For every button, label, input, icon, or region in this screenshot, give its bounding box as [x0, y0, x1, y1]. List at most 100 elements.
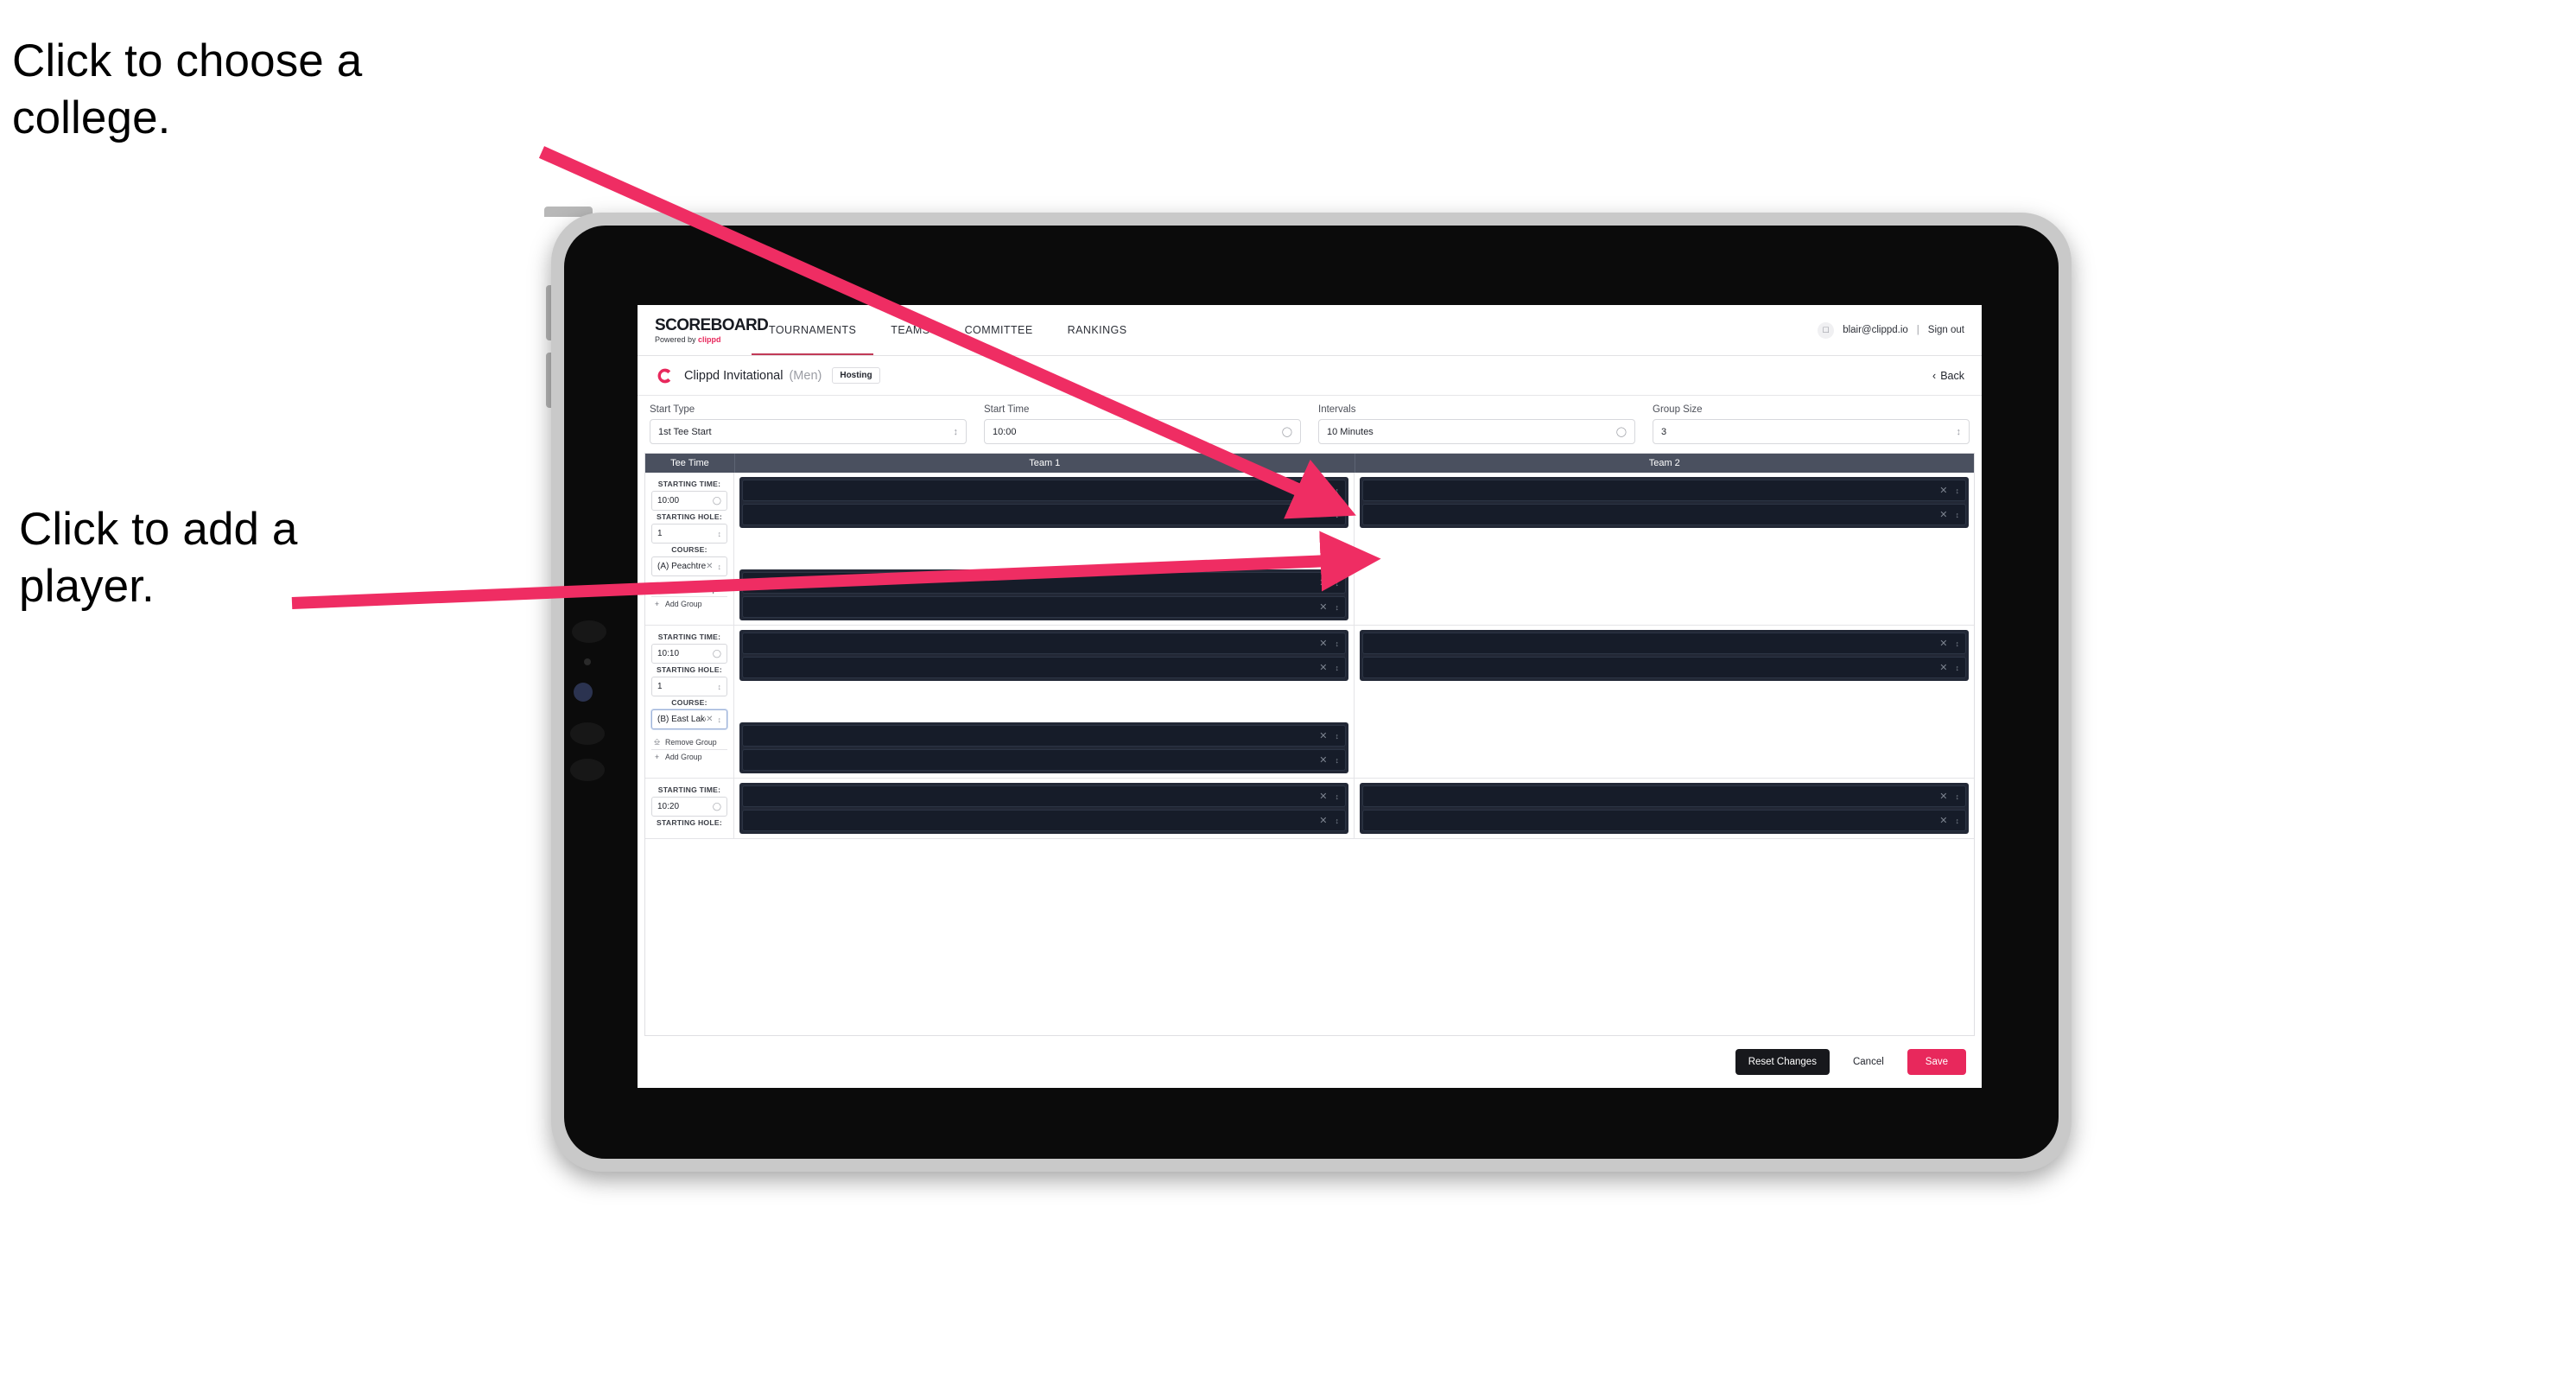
intervals-input[interactable]: 10 Minutes ◯ [1318, 419, 1635, 444]
brand-powered-name: clippd [698, 334, 721, 344]
close-x-icon[interactable]: ✕ [1939, 815, 1947, 826]
brand-logo[interactable]: SCOREBOARD Powered by clippd [638, 305, 769, 355]
starting-time-label: STARTING TIME: [657, 480, 721, 488]
clock-icon[interactable]: ◯ [713, 649, 721, 658]
sign-out-link[interactable]: Sign out [1928, 325, 1964, 335]
up-down-chevron-icon[interactable]: ↕ [1336, 579, 1340, 588]
clock-icon[interactable]: ◯ [1282, 426, 1292, 437]
player-slot[interactable]: ✕ ↕ [742, 810, 1346, 831]
up-down-chevron-icon[interactable]: ↕ [1336, 792, 1340, 801]
player-slot[interactable]: ✕ ↕ [742, 504, 1346, 525]
player-slot[interactable]: ✕ ↕ [1362, 504, 1966, 525]
tee-times-table: Tee Time Team 1 Team 2 STARTING TIME: 10:… [644, 453, 1975, 1036]
close-x-icon[interactable]: ✕ [706, 715, 713, 724]
up-down-chevron-icon[interactable]: ↕ [1336, 639, 1340, 648]
remove-group-button[interactable]: ⎒ Remove Group [651, 734, 727, 750]
start-type-select[interactable]: 1st Tee Start ↕ [650, 419, 967, 444]
course-select[interactable]: (A) Peachtree GC✕ ↕ [651, 556, 727, 576]
clock-icon[interactable]: ◯ [713, 496, 721, 505]
up-down-chevron-icon[interactable]: ↕ [1336, 664, 1340, 672]
close-x-icon[interactable]: ✕ [1939, 485, 1947, 496]
up-down-chevron-icon[interactable]: ↕ [1336, 603, 1340, 612]
player-slot[interactable]: ✕ ↕ [1362, 810, 1966, 831]
player-slot-group: ✕ ↕ ✕ ↕ [739, 722, 1348, 773]
player-slot[interactable]: ✕ ↕ [742, 633, 1346, 654]
remove-group-button[interactable]: ⎒ Remove Group [651, 582, 727, 597]
plus-icon: + [654, 600, 660, 608]
player-slot[interactable]: ✕ ↕ [742, 749, 1346, 771]
back-label: Back [1940, 369, 1964, 382]
nav-tab-rankings[interactable]: RANKINGS [1050, 305, 1145, 355]
up-down-chevron-icon[interactable]: ↕ [1956, 664, 1960, 672]
stepper-icon[interactable]: ↕ [954, 427, 959, 437]
close-x-icon[interactable]: ✕ [1319, 638, 1327, 649]
close-x-icon[interactable]: ✕ [706, 562, 713, 571]
close-x-icon[interactable]: ✕ [1319, 662, 1327, 673]
reset-changes-button[interactable]: Reset Changes [1735, 1049, 1830, 1075]
up-down-chevron-icon[interactable]: ↕ [1336, 756, 1340, 765]
nav-tab-teams[interactable]: TEAMS [873, 305, 947, 355]
player-slot[interactable]: ✕ ↕ [742, 725, 1346, 747]
user-avatar-icon[interactable]: ☐ [1818, 321, 1835, 339]
up-down-chevron-icon[interactable]: ↕ [1956, 486, 1960, 495]
start-time-input[interactable]: 10:00 ◯ [984, 419, 1301, 444]
player-slot[interactable]: ✕ ↕ [1362, 633, 1966, 654]
field-group-size: Group Size 3 ↕ [1647, 404, 1975, 444]
starting-hole-value: 1 [657, 529, 663, 538]
tournament-gender: (Men) [789, 368, 822, 383]
up-down-chevron-icon[interactable]: ↕ [718, 715, 722, 724]
player-slot[interactable]: ✕ ↕ [1362, 657, 1966, 678]
up-down-chevron-icon[interactable]: ↕ [718, 563, 722, 571]
group-size-label: Group Size [1653, 404, 1703, 415]
starting-time-input[interactable]: 10:20 ◯ [651, 797, 727, 817]
up-down-chevron-icon[interactable]: ↕ [1336, 817, 1340, 825]
player-slot[interactable]: ✕ ↕ [1362, 785, 1966, 807]
brand-powered-prefix: Powered by [655, 334, 696, 344]
close-x-icon[interactable]: ✕ [1319, 754, 1327, 766]
add-group-button[interactable]: + Add Group [651, 597, 727, 611]
player-slot[interactable]: ✕ ↕ [742, 657, 1346, 678]
up-down-chevron-icon[interactable]: ↕ [718, 530, 722, 538]
close-x-icon[interactable]: ✕ [1319, 485, 1327, 496]
nav-tab-committee[interactable]: COMMITTEE [948, 305, 1050, 355]
nav-items: TOURNAMENTS TEAMS COMMITTEE RANKINGS [752, 305, 1145, 355]
close-x-icon[interactable]: ✕ [1939, 509, 1947, 520]
clock-icon[interactable]: ◯ [1616, 426, 1627, 437]
save-button[interactable]: Save [1907, 1049, 1966, 1075]
add-group-button[interactable]: + Add Group [651, 750, 727, 764]
close-x-icon[interactable]: ✕ [1319, 730, 1327, 741]
up-down-chevron-icon[interactable]: ↕ [1956, 511, 1960, 519]
close-x-icon[interactable]: ✕ [1319, 577, 1327, 588]
close-x-icon[interactable]: ✕ [1939, 662, 1947, 673]
up-down-chevron-icon[interactable]: ↕ [1336, 486, 1340, 495]
course-select[interactable]: (B) East Lake GC✕ ↕ [651, 709, 727, 729]
up-down-chevron-icon[interactable]: ↕ [1336, 732, 1340, 741]
player-slot[interactable]: ✕ ↕ [742, 480, 1346, 501]
close-x-icon[interactable]: ✕ [1939, 791, 1947, 802]
cancel-button[interactable]: Cancel [1839, 1049, 1897, 1075]
close-x-icon[interactable]: ✕ [1319, 509, 1327, 520]
starting-time-input[interactable]: 10:00 ◯ [651, 491, 727, 511]
clock-icon[interactable]: ◯ [713, 802, 721, 811]
close-x-icon[interactable]: ✕ [1319, 815, 1327, 826]
starting-time-input[interactable]: 10:10 ◯ [651, 644, 727, 664]
player-slot[interactable]: ✕ ↕ [742, 596, 1346, 618]
close-x-icon[interactable]: ✕ [1939, 638, 1947, 649]
up-down-chevron-icon[interactable]: ↕ [1956, 817, 1960, 825]
player-slot[interactable]: ✕ ↕ [742, 785, 1346, 807]
stepper-icon[interactable]: ↕ [1957, 427, 1962, 437]
up-down-chevron-icon[interactable]: ↕ [1336, 511, 1340, 519]
group-size-value: 3 [1661, 426, 1667, 437]
player-slot[interactable]: ✕ ↕ [742, 572, 1346, 594]
up-down-chevron-icon[interactable]: ↕ [1956, 639, 1960, 648]
nav-tab-tournaments[interactable]: TOURNAMENTS [752, 305, 874, 355]
up-down-chevron-icon[interactable]: ↕ [718, 683, 722, 691]
player-slot[interactable]: ✕ ↕ [1362, 480, 1966, 501]
group-size-stepper[interactable]: 3 ↕ [1653, 419, 1970, 444]
up-down-chevron-icon[interactable]: ↕ [1956, 792, 1960, 801]
back-button[interactable]: ‹ Back [1932, 370, 1964, 382]
close-x-icon[interactable]: ✕ [1319, 791, 1327, 802]
starting-hole-input[interactable]: 1 ↕ [651, 524, 727, 544]
close-x-icon[interactable]: ✕ [1319, 601, 1327, 613]
starting-hole-input[interactable]: 1 ↕ [651, 677, 727, 696]
